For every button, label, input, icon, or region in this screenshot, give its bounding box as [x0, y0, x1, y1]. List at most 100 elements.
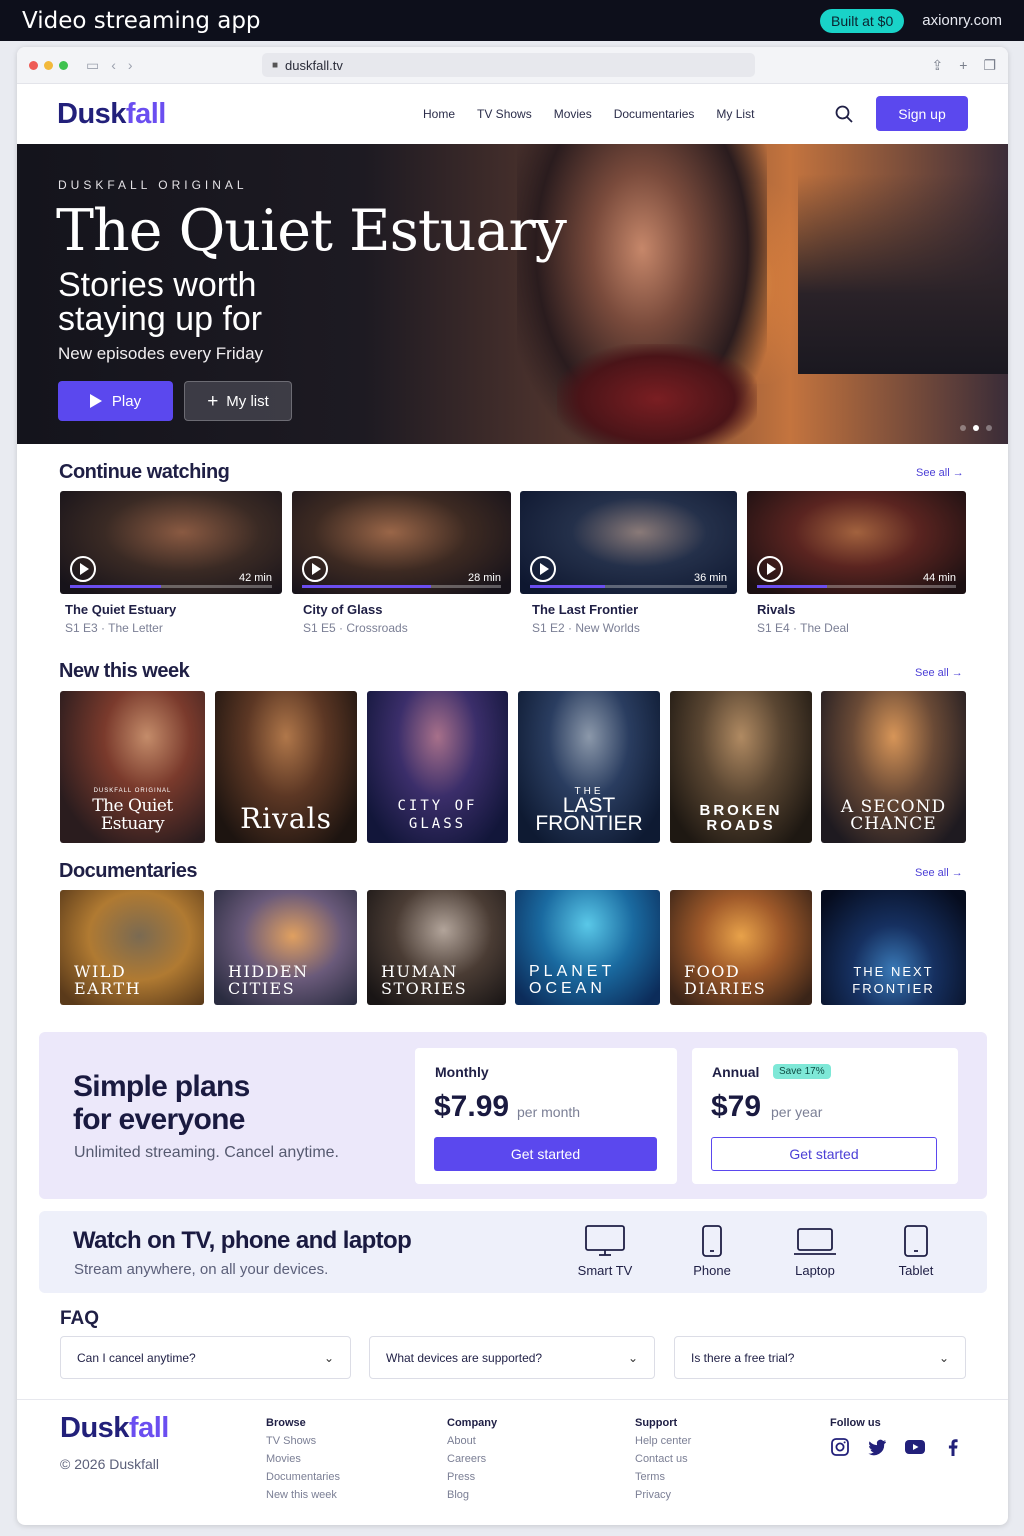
- footer-link[interactable]: Documentaries: [266, 1468, 340, 1486]
- poster-title: BROKEN ROADS: [699, 802, 783, 834]
- device-label: Laptop: [795, 1263, 835, 1278]
- close-dot[interactable]: [29, 60, 38, 70]
- documentary-card[interactable]: HUMAN STORIES: [367, 890, 506, 1005]
- annual-get-started-button[interactable]: Get started: [711, 1137, 937, 1171]
- new-see-all[interactable]: See all →: [915, 667, 963, 679]
- continue-see-all[interactable]: See all →: [916, 467, 964, 479]
- back-icon[interactable]: ‹: [111, 57, 116, 73]
- facebook-icon[interactable]: [943, 1437, 963, 1457]
- arrow-right-icon: →: [951, 867, 963, 879]
- forward-icon[interactable]: ›: [128, 57, 133, 73]
- new-tab-icon[interactable]: +: [959, 57, 967, 74]
- poster-card[interactable]: BROKEN ROADS: [670, 691, 812, 843]
- nav-movies[interactable]: Movies: [554, 107, 592, 121]
- banner-domain: axionry.com: [922, 12, 1002, 29]
- progress-fill: [757, 585, 827, 588]
- see-all-label: See all: [916, 467, 950, 479]
- app-banner: Video streaming app Built at $0 axionry.…: [0, 0, 1024, 41]
- documentary-card[interactable]: HIDDEN CITIES: [214, 890, 357, 1005]
- device-tablet: Tablet: [886, 1225, 946, 1278]
- play-button[interactable]: Play: [58, 381, 173, 421]
- continue-card[interactable]: 44 min: [747, 491, 966, 594]
- tabs-icon[interactable]: ❐: [983, 57, 996, 74]
- continue-card[interactable]: 42 min: [60, 491, 282, 594]
- instagram-icon[interactable]: [830, 1437, 850, 1457]
- site-header: Duskfall Home TV Shows Movies Documentar…: [17, 84, 1008, 144]
- footer-link[interactable]: About: [447, 1432, 497, 1450]
- continue-title[interactable]: The Quiet Estuary: [65, 602, 176, 617]
- nav-home[interactable]: Home: [423, 107, 455, 121]
- footer-link[interactable]: Privacy: [635, 1486, 691, 1504]
- signup-button[interactable]: Sign up: [876, 96, 968, 131]
- footer-link[interactable]: Press: [447, 1468, 497, 1486]
- footer-link[interactable]: Careers: [447, 1450, 497, 1468]
- continue-title[interactable]: City of Glass: [303, 602, 382, 617]
- devices-subtext: Stream anywhere, on all your devices.: [74, 1261, 329, 1278]
- youtube-icon[interactable]: [904, 1437, 926, 1457]
- documentary-title: WILD EARTH: [74, 962, 142, 998]
- copyright: © 2026 Duskfall: [60, 1456, 160, 1472]
- hero-banner: DUSKFALL ORIGINAL The Quiet Estuary Stor…: [17, 144, 1008, 444]
- annual-plan-card: Annual Save 17% $79 per year Get started: [692, 1048, 958, 1184]
- footer-link[interactable]: Movies: [266, 1450, 340, 1468]
- faq-question: Is there a free trial?: [691, 1350, 795, 1365]
- footer-link[interactable]: Blog: [447, 1486, 497, 1504]
- continue-card[interactable]: 36 min: [520, 491, 737, 594]
- carousel-dot[interactable]: [960, 425, 966, 431]
- add-to-list-button[interactable]: + My list: [184, 381, 292, 421]
- continue-title[interactable]: The Last Frontier: [532, 602, 638, 617]
- footer-link[interactable]: Help center: [635, 1432, 691, 1450]
- poster-card[interactable]: CITY OF GLASS: [367, 691, 508, 843]
- nav-tv-shows[interactable]: TV Shows: [477, 107, 532, 121]
- minimize-dot[interactable]: [44, 60, 53, 70]
- poster-card[interactable]: A SECOND CHANCE: [821, 691, 966, 843]
- faq-item[interactable]: Can I cancel anytime? ⌄: [60, 1336, 351, 1379]
- duration: 36 min: [693, 572, 727, 584]
- continue-episode: S1 E3 · The Letter: [65, 621, 163, 635]
- play-circle-icon[interactable]: [302, 556, 328, 582]
- duration: 28 min: [467, 572, 501, 584]
- footer-logo[interactable]: Duskfall: [60, 1412, 169, 1445]
- carousel-dot[interactable]: [986, 425, 992, 431]
- logo-part-a: Dusk: [60, 1412, 129, 1444]
- share-icon[interactable]: ⇪: [932, 57, 944, 74]
- address-bar[interactable]: ■ duskfall.tv: [262, 53, 755, 77]
- faq-item[interactable]: What devices are supported? ⌄: [369, 1336, 655, 1379]
- devices-section: Watch on TV, phone and laptop Stream any…: [39, 1211, 987, 1293]
- faq-item[interactable]: Is there a free trial? ⌄: [674, 1336, 966, 1379]
- play-circle-icon[interactable]: [530, 556, 556, 582]
- footer-link[interactable]: Terms: [635, 1468, 691, 1486]
- search-icon[interactable]: [835, 105, 853, 123]
- hero-eyebrow: DUSKFALL ORIGINAL: [58, 178, 248, 192]
- docs-see-all[interactable]: See all →: [915, 867, 963, 879]
- progress-fill: [70, 585, 161, 588]
- poster-card[interactable]: THE LAST FRONTIER: [518, 691, 660, 843]
- devices-heading: Watch on TV, phone and laptop: [73, 1227, 412, 1254]
- logo[interactable]: Duskfall: [57, 98, 166, 131]
- maximize-dot[interactable]: [59, 60, 68, 70]
- footer-link[interactable]: New this week: [266, 1486, 340, 1504]
- nav-my-list[interactable]: My List: [716, 107, 754, 121]
- poster-card[interactable]: DUSKFALL ORIGINAL The Quiet Estuary: [60, 691, 205, 843]
- sidebar-icon[interactable]: ▭: [86, 57, 99, 74]
- browser-window: ▭ ‹ › ■ duskfall.tv ⇪ + ❐ Duskfall Home …: [17, 47, 1008, 1525]
- play-circle-icon[interactable]: [70, 556, 96, 582]
- nav-documentaries[interactable]: Documentaries: [614, 107, 695, 121]
- footer-link[interactable]: TV Shows: [266, 1432, 340, 1450]
- footer-link[interactable]: Contact us: [635, 1450, 691, 1468]
- documentary-card[interactable]: FOOD DIARIES: [670, 890, 812, 1005]
- documentary-card[interactable]: WILD EARTH: [60, 890, 204, 1005]
- continue-card[interactable]: 28 min: [292, 491, 511, 594]
- documentary-card[interactable]: THE NEXT FRONTIER: [821, 890, 966, 1005]
- carousel-dot-active[interactable]: [973, 425, 979, 431]
- continue-title[interactable]: Rivals: [757, 602, 795, 617]
- documentary-card[interactable]: PLANET OCEAN: [515, 890, 660, 1005]
- play-circle-icon[interactable]: [757, 556, 783, 582]
- docs-heading: Documentaries: [59, 860, 198, 882]
- monthly-get-started-button[interactable]: Get started: [434, 1137, 657, 1171]
- poster-title: LAST FRONTIER: [535, 794, 643, 835]
- poster-card[interactable]: Rivals: [215, 691, 357, 843]
- tv-icon: [585, 1225, 625, 1256]
- footer-col-heading: Company: [447, 1417, 498, 1429]
- twitter-icon[interactable]: [867, 1437, 887, 1457]
